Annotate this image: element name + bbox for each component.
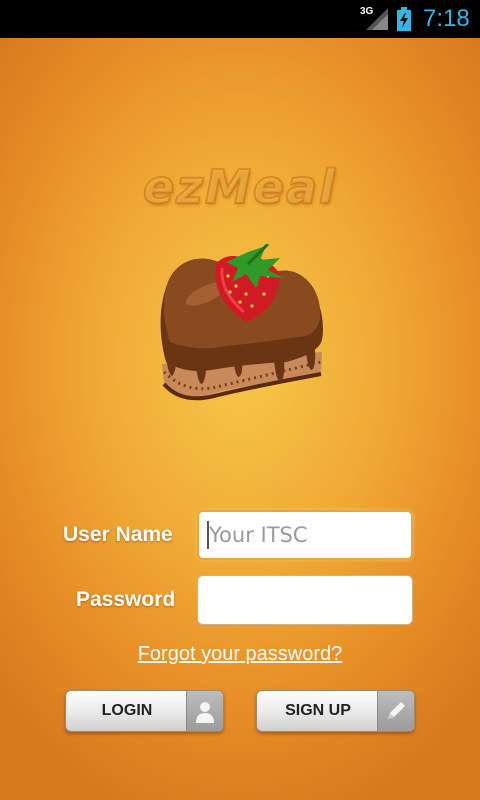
pencil-icon (377, 691, 414, 731)
signup-button[interactable]: SIGN UP (256, 690, 415, 732)
password-input[interactable] (197, 575, 413, 625)
text-cursor (207, 521, 209, 549)
login-button[interactable]: LOGIN (65, 690, 224, 732)
signup-button-label: SIGN UP (285, 702, 351, 719)
cake-image (160, 244, 323, 401)
user-icon (186, 691, 223, 731)
signal-icon (366, 8, 388, 30)
status-bar: 3G 7:18 (0, 0, 480, 38)
app-logo: ezMeal (142, 159, 337, 215)
login-button-label: LOGIN (101, 702, 153, 719)
username-label: User Name (63, 523, 173, 546)
forgot-password-link[interactable]: Forgot your password? (0, 643, 480, 666)
password-label: Password (76, 588, 176, 611)
battery-charging-icon (397, 7, 411, 31)
clock: 7:18 (423, 5, 470, 32)
username-input[interactable] (197, 510, 413, 560)
